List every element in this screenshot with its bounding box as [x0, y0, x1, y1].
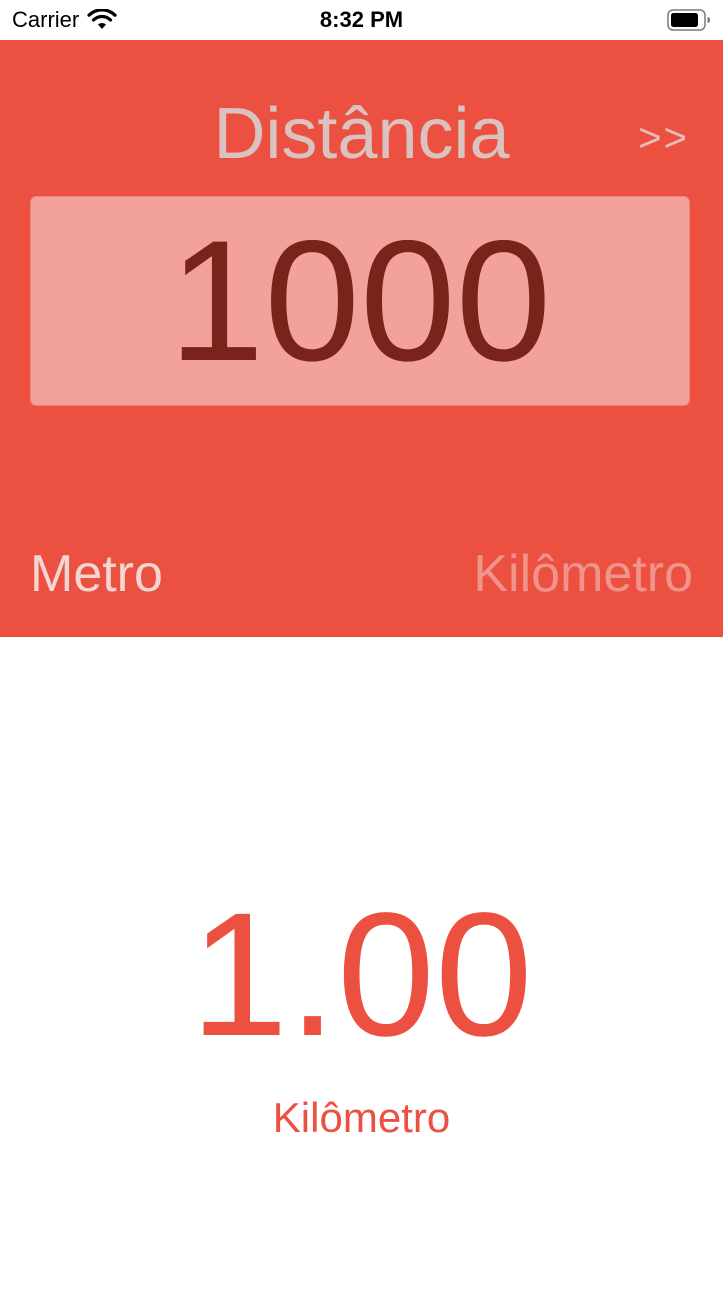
- input-panel: Distância >> Metro Kilômetro: [0, 40, 723, 637]
- from-unit-button[interactable]: Metro: [30, 544, 163, 604]
- page-title: Distância: [213, 94, 510, 174]
- to-unit-button[interactable]: Kilômetro: [473, 544, 693, 604]
- status-time: 8:32 PM: [319, 7, 404, 32]
- result-value: 1.00: [190, 877, 533, 1073]
- status-bar: Carrier 8:32 PM: [0, 0, 723, 40]
- converter-screen: Carrier 8:32 PM Distância >> Metro Kilôm…: [0, 0, 723, 1295]
- next-category-button[interactable]: >>: [638, 114, 689, 162]
- result-unit-label: Kilômetro: [272, 1094, 451, 1141]
- battery-icon: [667, 9, 710, 31]
- value-input[interactable]: [30, 196, 690, 406]
